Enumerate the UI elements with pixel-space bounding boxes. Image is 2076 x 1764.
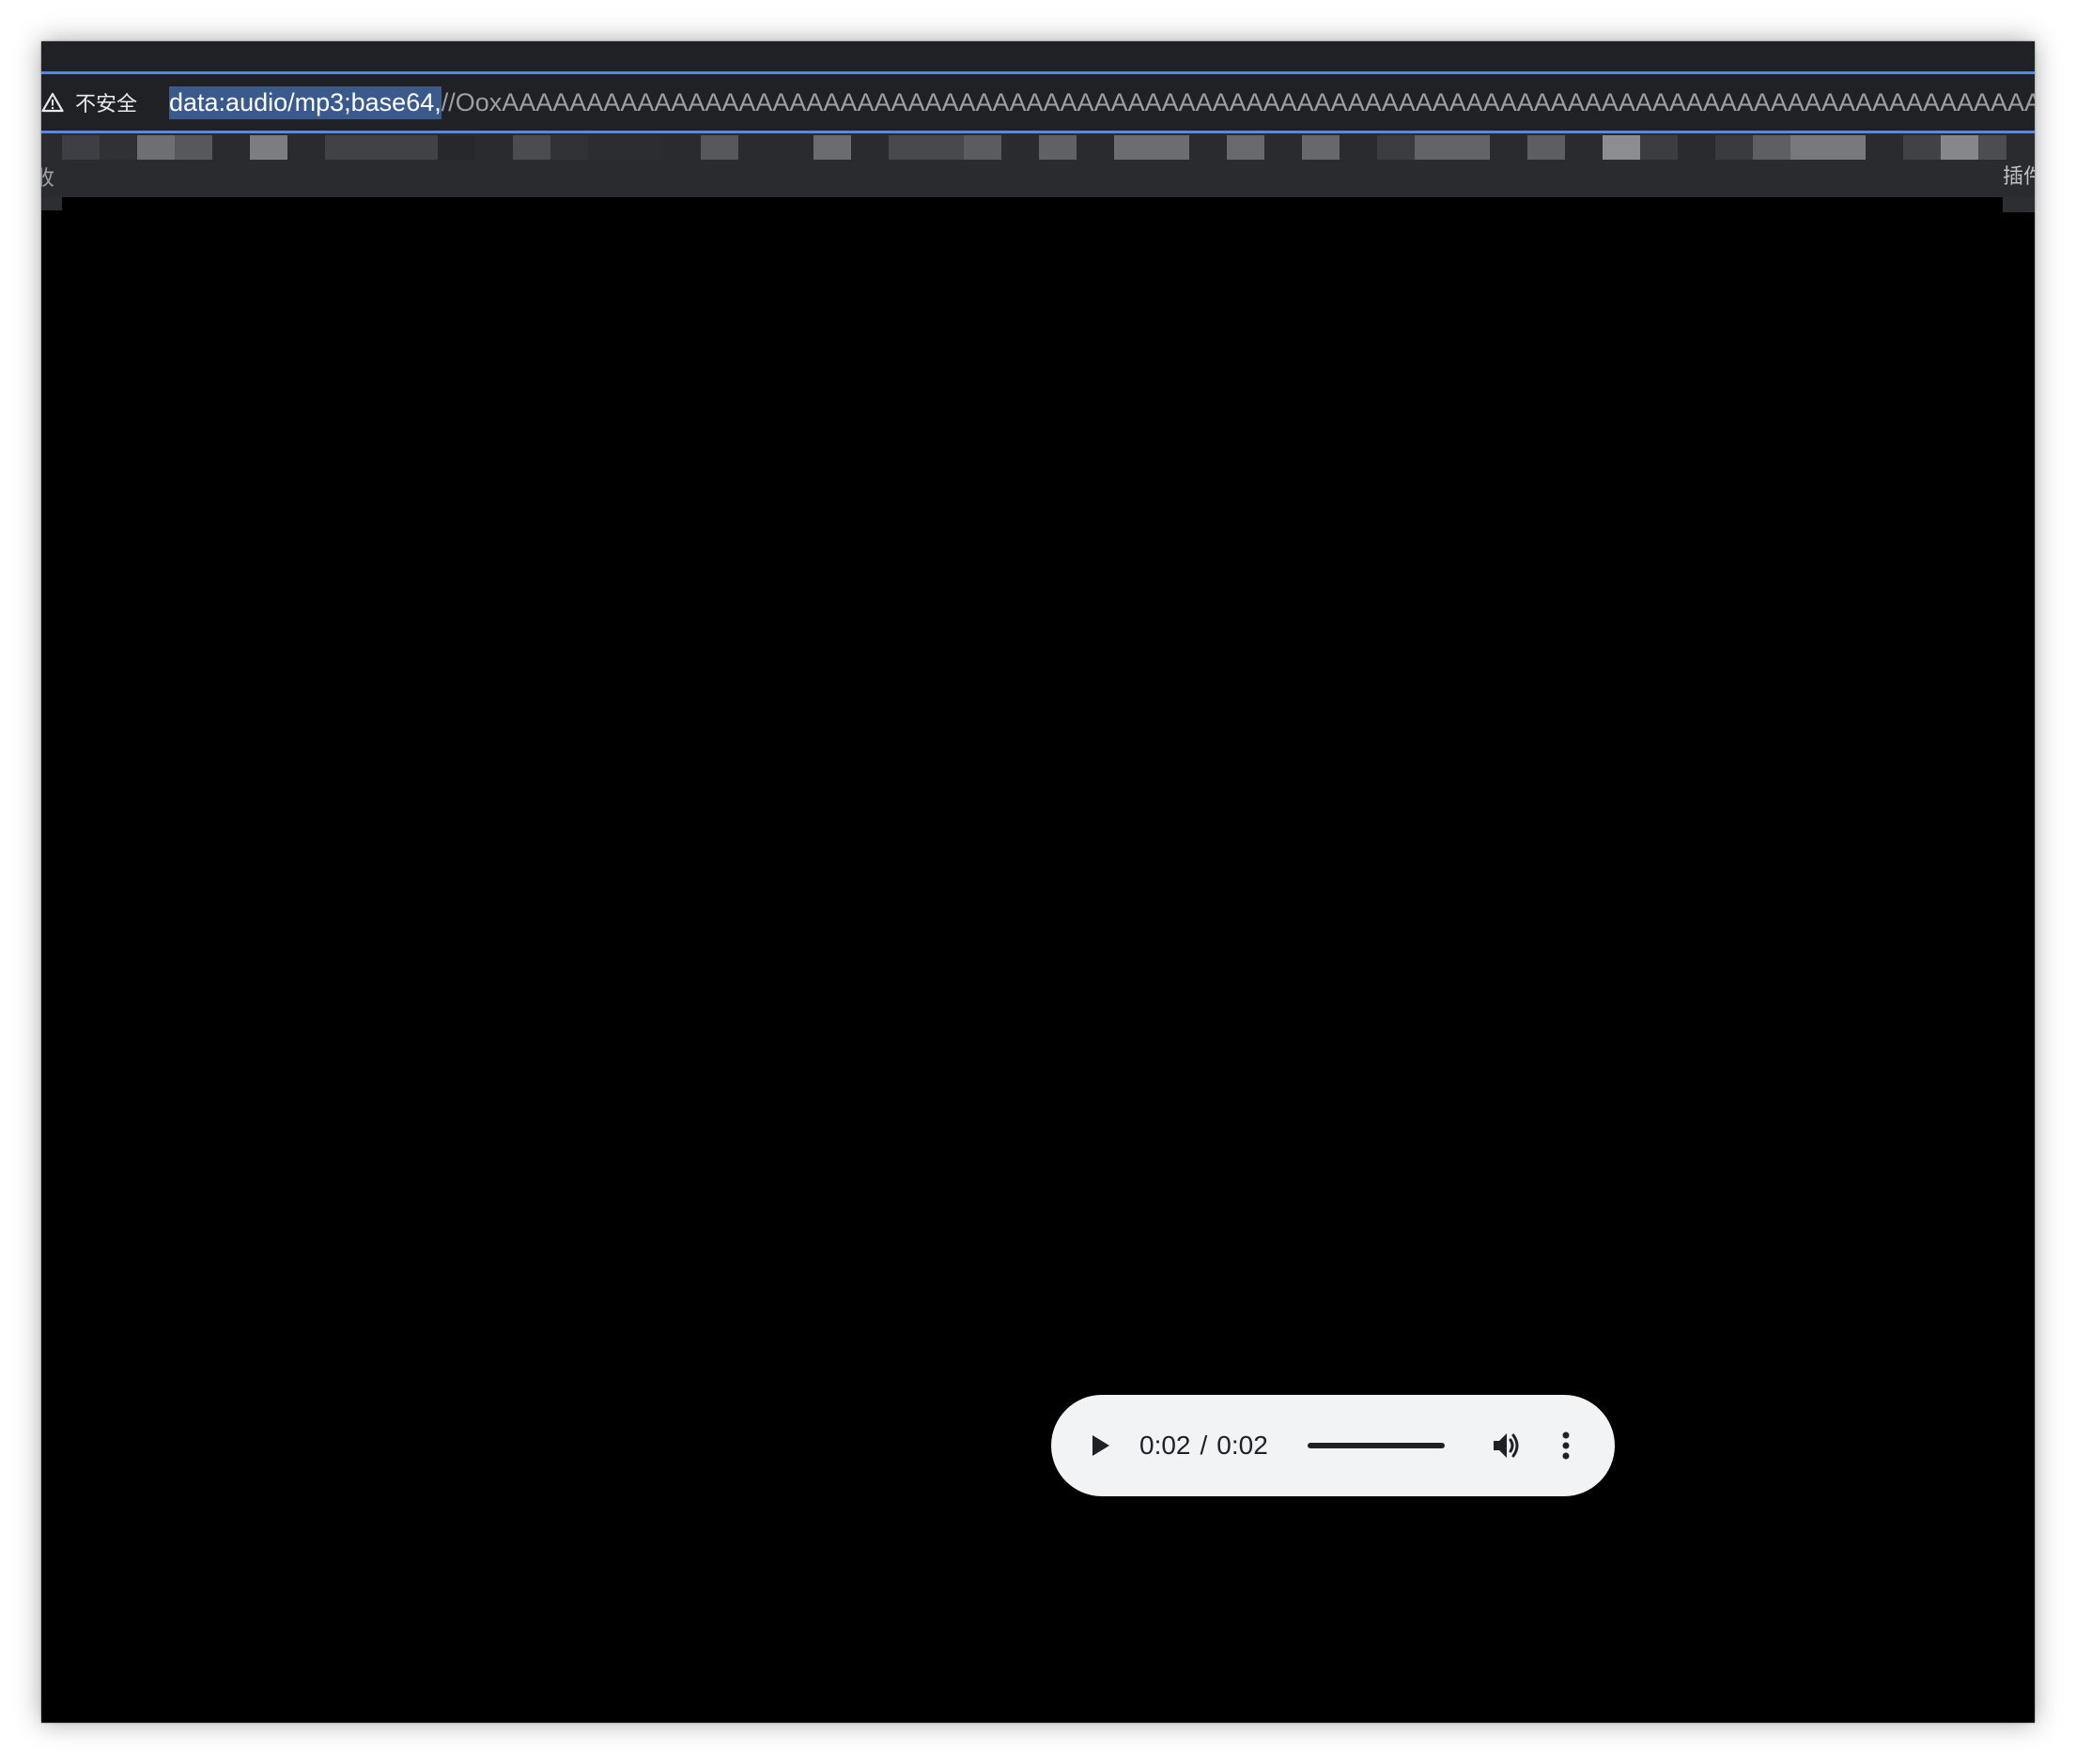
bookmark-item-blurred[interactable]	[1415, 135, 1490, 160]
bookmark-item-blurred[interactable]	[701, 135, 738, 160]
bookmark-item-blurred[interactable]	[1039, 135, 1077, 160]
divider	[2003, 197, 2035, 212]
bookmark-item-blurred[interactable]	[513, 135, 550, 160]
bookmark-item-blurred[interactable]	[1527, 135, 1565, 160]
bookmark-item-blurred[interactable]	[889, 135, 964, 160]
bookmark-item-blurred[interactable]	[1903, 135, 1941, 160]
bookmark-item-blurred[interactable]	[1978, 135, 2006, 160]
security-indicator[interactable]: 不安全	[41, 74, 137, 131]
bookmark-item-blurred[interactable]	[1640, 135, 1678, 160]
bookmark-item-blurred[interactable]	[1790, 135, 1866, 160]
bookmarks-bar: 收 插件	[41, 133, 2035, 197]
url-text[interactable]: data:audio/mp3;base64,//OoxAAAAAAAAAAAAA…	[169, 74, 2035, 131]
bookmark-item-blurred[interactable]	[550, 135, 588, 160]
bookmark-item-blurred[interactable]	[1227, 135, 1264, 160]
bookmark-item-blurred[interactable]	[1114, 135, 1189, 160]
divider	[41, 197, 62, 210]
bookmark-item-blurred[interactable]	[62, 135, 100, 160]
bookmark-item-blurred[interactable]	[1753, 135, 1790, 160]
time-separator: /	[1200, 1431, 1208, 1460]
warning-triangle-icon	[41, 92, 64, 113]
browser-window: 不安全 data:audio/mp3;base64,//OoxAAAAAAAAA…	[41, 41, 2035, 1723]
bookmark-fragment-right[interactable]: 插件	[2003, 160, 2035, 190]
bookmark-item-blurred[interactable]	[1302, 135, 1340, 160]
bookmark-fragment-left[interactable]: 收	[41, 162, 54, 192]
address-bar[interactable]: 不安全 data:audio/mp3;base64,//OoxAAAAAAAAA…	[41, 71, 2035, 133]
bookmark-item-blurred[interactable]	[813, 135, 851, 160]
bookmark-item-blurred[interactable]	[175, 135, 212, 160]
time-display: 0:02 / 0:02	[1139, 1395, 1268, 1496]
current-time: 0:02	[1139, 1431, 1191, 1460]
play-icon[interactable]	[1085, 1431, 1115, 1461]
bookmark-item-blurred[interactable]	[250, 135, 287, 160]
bookmark-item-blurred[interactable]	[137, 135, 175, 160]
bookmark-item-blurred[interactable]	[438, 135, 475, 160]
security-label: 不安全	[75, 93, 138, 116]
duration: 0:02	[1216, 1431, 1268, 1460]
bookmark-item-blurred[interactable]	[1377, 135, 1415, 160]
bookmark-item-blurred[interactable]	[1715, 135, 1753, 160]
bookmark-item-blurred[interactable]	[1941, 135, 1978, 160]
url-remainder-text: //OoxAAAAAAAAAAAAAAAAAAAAAAAAAAAAAAAAAAA…	[441, 87, 2035, 116]
more-options-icon[interactable]	[1558, 1429, 1573, 1462]
volume-icon[interactable]	[1490, 1429, 1524, 1462]
audio-player: 0:02 / 0:02	[1051, 1395, 1615, 1496]
progress-slider[interactable]	[1308, 1443, 1445, 1448]
bookmark-item-blurred[interactable]	[964, 135, 1001, 160]
bookmark-item-blurred[interactable]	[1603, 135, 1640, 160]
bookmark-item-blurred[interactable]	[325, 135, 438, 160]
url-selected-text: data:audio/mp3;base64,	[169, 85, 442, 119]
bookmark-item-blurred[interactable]	[100, 135, 137, 160]
tab-strip	[41, 41, 2035, 71]
bookmark-item-blurred[interactable]	[588, 135, 663, 160]
